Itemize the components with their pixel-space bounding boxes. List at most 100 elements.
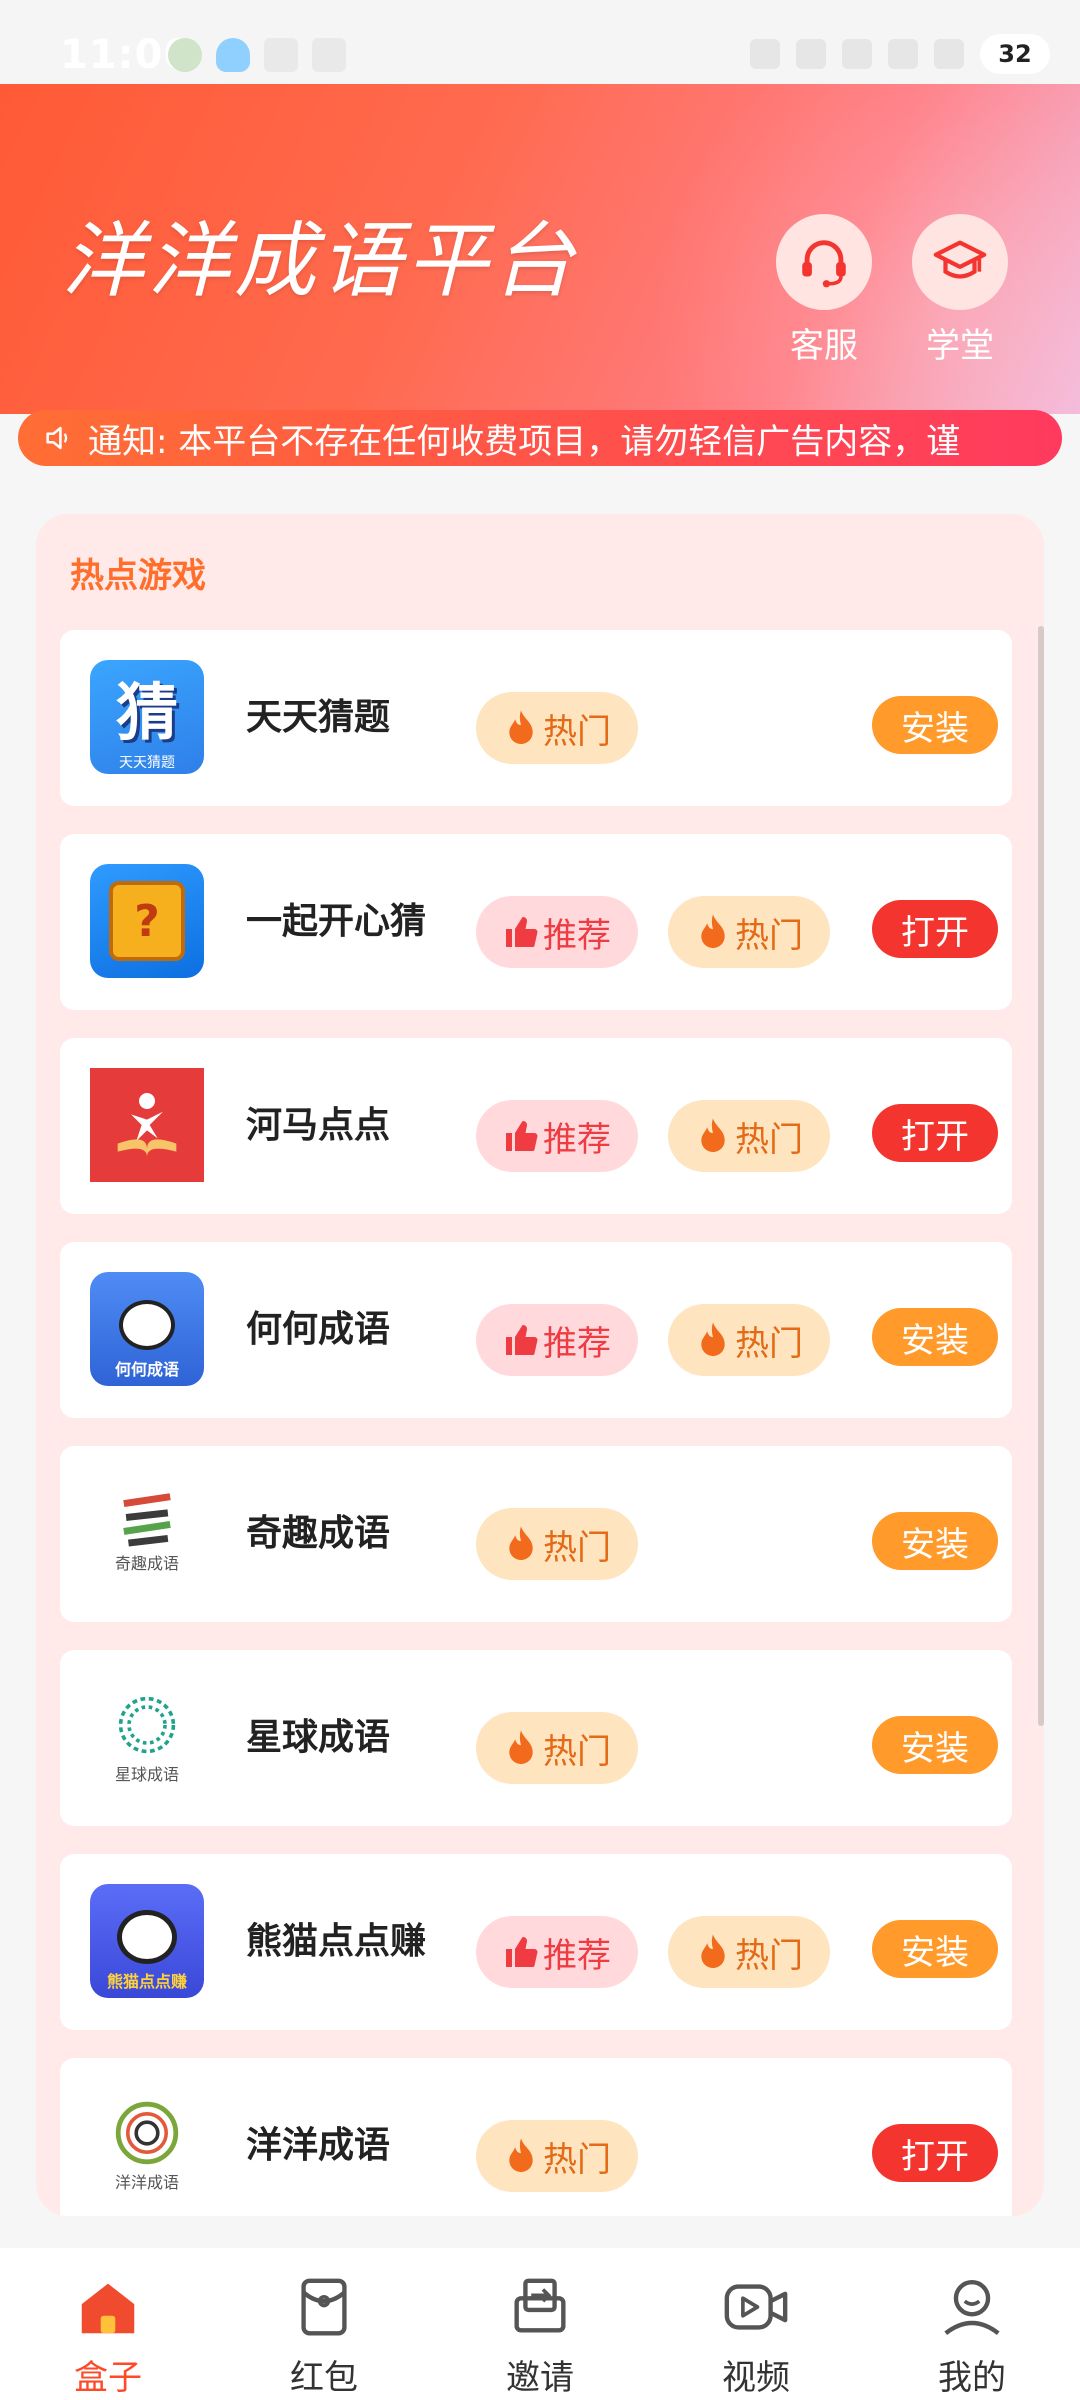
- game-name: 河马点点: [246, 1105, 391, 1146]
- school-label: 学堂: [926, 326, 994, 366]
- flame-icon: [509, 2138, 533, 2173]
- hot-tag: 热门: [668, 1916, 830, 1988]
- game-card[interactable]: 洋洋成语 洋洋成语 热门 打开: [60, 2058, 1012, 2216]
- recommend-tag-label: 推荐: [543, 1323, 611, 1364]
- notice-bar[interactable]: 通知: 本平台不存在任何收费项目，请勿轻信广告内容，谨: [18, 410, 1062, 466]
- speaker-icon: [46, 426, 68, 450]
- flame-icon: [701, 1118, 725, 1153]
- vibrate-icon: [796, 39, 826, 69]
- recommend-tag-label: 推荐: [543, 915, 611, 956]
- customer-service-button[interactable]: 客服: [776, 214, 872, 367]
- platform-title: 洋洋成语平台: [62, 214, 578, 309]
- hot-tag: 热门: [476, 2120, 638, 2192]
- school-button[interactable]: 学堂: [912, 214, 1008, 367]
- hot-tag: 热门: [476, 1712, 638, 1784]
- thumbs-up-icon: [506, 1325, 538, 1355]
- hot-tag: 热门: [668, 1100, 830, 1172]
- nav-box[interactable]: 盒子: [0, 2248, 216, 2400]
- hot-tag-label: 热门: [735, 1323, 803, 1364]
- game-logo: [90, 1068, 204, 1182]
- nav-profile[interactable]: 我的: [864, 2248, 1080, 2400]
- logo-caption: 熊猫点点赚: [106, 1972, 187, 1991]
- hot-tag: 热门: [668, 896, 830, 968]
- game-card[interactable]: 熊猫点点赚 熊猫点点赚 推荐 热门 安装: [60, 1854, 1012, 2030]
- thumbs-up-icon: [506, 1121, 538, 1151]
- install-button[interactable]: 安装: [872, 1308, 998, 1366]
- logo-glyph: ?: [134, 895, 160, 947]
- thumbs-up-icon: [506, 917, 538, 947]
- customer-service-label: 客服: [790, 326, 858, 366]
- nav-label: 我的: [938, 2358, 1006, 2398]
- hd-icon: [842, 39, 872, 69]
- game-card[interactable]: 何何成语 何何成语 推荐 热门 安装: [60, 1242, 1012, 1418]
- recommend-tag: 推荐: [476, 1916, 638, 1988]
- game-logo: ?: [90, 864, 204, 978]
- graduation-cap-icon: [912, 214, 1008, 310]
- app-notification-icon: [168, 38, 202, 72]
- red-envelope-icon: [301, 2278, 347, 2336]
- logo-caption: 洋洋成语: [114, 2173, 179, 2192]
- game-card[interactable]: ? 一起开心猜 推荐 热门 打开: [60, 834, 1012, 1010]
- flame-icon: [701, 1322, 725, 1357]
- hot-tag-label: 热门: [543, 711, 611, 752]
- game-name: 一起开心猜: [246, 901, 427, 942]
- game-logo: 星球成语: [90, 1680, 204, 1794]
- status-right-icons: 32: [750, 34, 1050, 74]
- nav-red-envelope[interactable]: 红包: [216, 2248, 432, 2400]
- notice-text: 通知: 本平台不存在任何收费项目，请勿轻信广告内容，谨: [88, 421, 961, 462]
- logo-caption: 何何成语: [114, 1360, 179, 1379]
- status-bar: 11:00 32: [0, 0, 1080, 84]
- recommend-tag-label: 推荐: [543, 1119, 611, 1160]
- hot-tag-label: 热门: [735, 1935, 803, 1976]
- install-button[interactable]: 安装: [872, 696, 998, 754]
- logo-caption: 天天猜题: [119, 755, 175, 771]
- logo-glyph: 猜: [115, 676, 178, 749]
- home-box-icon: [81, 2283, 135, 2334]
- scrollbar[interactable]: [1038, 626, 1044, 1726]
- nav-video[interactable]: 视频: [648, 2248, 864, 2400]
- spiral-icon: [115, 2101, 179, 2165]
- open-button[interactable]: 打开: [872, 1104, 998, 1162]
- headset-icon: [776, 214, 872, 310]
- game-card[interactable]: 星球成语 星球成语 热门 安装: [60, 1650, 1012, 1826]
- flame-icon: [509, 1730, 533, 1765]
- globe-ring-icon: [118, 1696, 176, 1754]
- wifi-icon: [934, 39, 964, 69]
- game-card[interactable]: 河马点点 推荐 热门 打开: [60, 1038, 1012, 1214]
- nav-invite[interactable]: 邀请: [432, 2248, 648, 2400]
- open-button[interactable]: 打开: [872, 900, 998, 958]
- flame-icon: [509, 1526, 533, 1561]
- location-icon: [750, 39, 780, 69]
- panda-icon: [119, 1300, 175, 1350]
- game-logo: 奇趣成语: [90, 1476, 204, 1590]
- hot-tag-label: 热门: [543, 1731, 611, 1772]
- battery-indicator: 32: [980, 34, 1050, 74]
- calendar-icon: [264, 38, 298, 72]
- flame-icon: [701, 914, 725, 949]
- stacked-stripes-icon: [123, 1493, 171, 1547]
- recommend-tag-label: 推荐: [543, 1935, 611, 1976]
- recommend-tag: 推荐: [476, 1100, 638, 1172]
- game-name: 星球成语: [246, 1717, 391, 1758]
- video-icon: [724, 2284, 788, 2330]
- section-title: 热点游戏: [70, 556, 206, 596]
- file-icon: [312, 38, 346, 72]
- install-button[interactable]: 安装: [872, 1920, 998, 1978]
- hot-tag: 热门: [668, 1304, 830, 1376]
- signal-icon: [888, 39, 918, 69]
- status-notification-icons: [168, 38, 346, 72]
- game-name: 洋洋成语: [246, 2125, 391, 2166]
- game-name: 天天猜题: [246, 697, 391, 738]
- hot-tag-label: 热门: [543, 2139, 611, 2180]
- game-name: 何何成语: [246, 1309, 391, 1350]
- game-card[interactable]: 奇趣成语 奇趣成语 热门 安装: [60, 1446, 1012, 1622]
- open-button[interactable]: 打开: [872, 2124, 998, 2182]
- thumbs-up-icon: [506, 1937, 538, 1967]
- game-card[interactable]: 猜 天天猜题 天天猜题 热门 安装: [60, 630, 1012, 806]
- install-button[interactable]: 安装: [872, 1716, 998, 1774]
- book-icon: ?: [109, 881, 185, 961]
- recommend-tag: 推荐: [476, 896, 638, 968]
- install-button[interactable]: 安装: [872, 1512, 998, 1570]
- hot-tag: 热门: [476, 1508, 638, 1580]
- recommend-tag: 推荐: [476, 1304, 638, 1376]
